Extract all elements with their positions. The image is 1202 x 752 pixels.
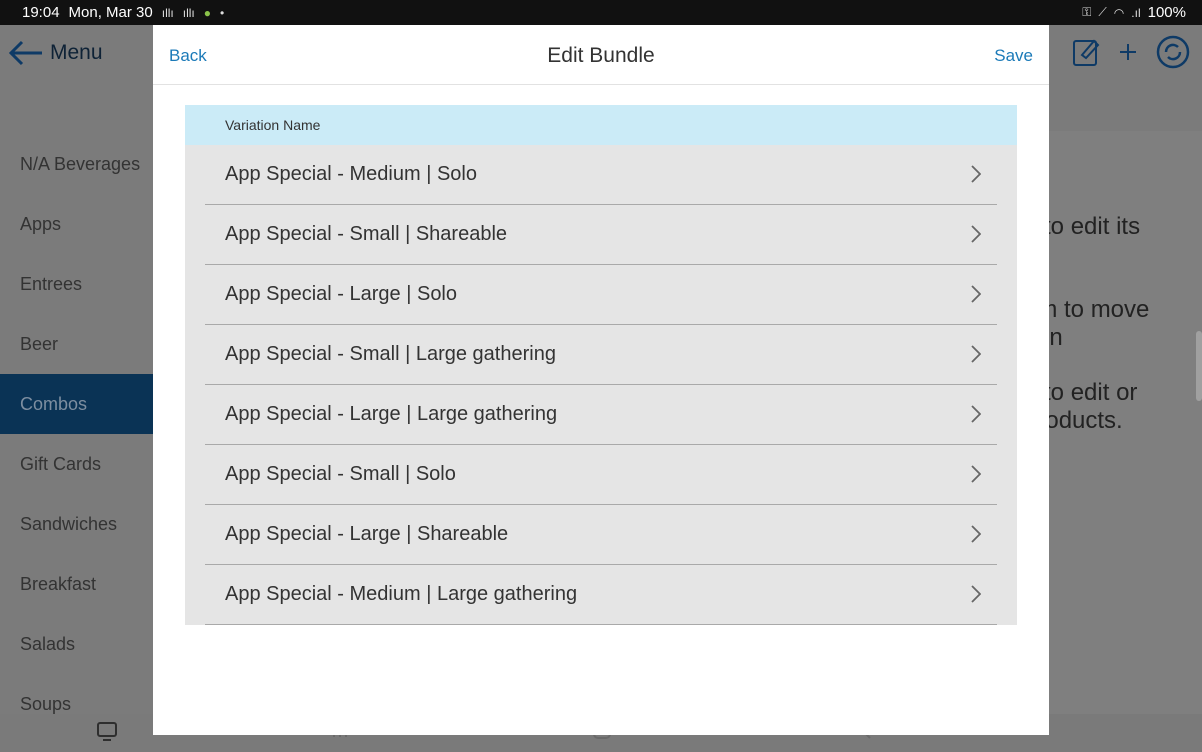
chevron-right-icon: [971, 225, 982, 249]
sidebar-item-label: N/A Beverages: [20, 153, 141, 174]
row-label: App Special - Medium | Solo: [225, 163, 477, 185]
battery-level: 100%: [1147, 4, 1186, 21]
chevron-right-icon: [971, 405, 982, 429]
save-button[interactable]: Save: [994, 46, 1033, 66]
keyboard-switch-icon[interactable]: [96, 720, 118, 748]
sidebar-item-label: Beer: [20, 333, 59, 354]
table-row[interactable]: App Special - Large | Solo: [205, 265, 997, 325]
chevron-right-icon: [971, 585, 982, 609]
sync-icon[interactable]: [1156, 35, 1190, 74]
row-label: App Special - Small | Solo: [225, 463, 456, 485]
page-title: Menu: [50, 41, 103, 64]
vpn-key-icon: ⚿: [1082, 5, 1092, 19]
cell-signal-icon: .ıl: [1131, 5, 1141, 20]
scrollbar[interactable]: [1196, 331, 1202, 401]
sidebar-item-breakfast[interactable]: Breakfast: [0, 554, 153, 614]
sidebar-item-label: Entrees: [20, 273, 83, 294]
row-label: App Special - Small | Shareable: [225, 223, 508, 245]
sidebar-item-salads[interactable]: Salads: [0, 614, 153, 674]
table-row[interactable]: App Special - Large | Large gathering: [205, 385, 997, 445]
sidebar-item-combos[interactable]: Combos: [0, 374, 153, 434]
table-row[interactable]: App Special - Medium | Solo: [205, 145, 997, 205]
sidebar-item-label: Apps: [20, 213, 62, 234]
table-row[interactable]: App Special - Medium | Large gathering: [205, 565, 997, 625]
column-header: Variation Name: [185, 105, 1017, 145]
dialog-title: Edit Bundle: [547, 44, 655, 67]
sidebar-item-label: Sandwiches: [20, 513, 118, 534]
signal-bars-icon: ıllı: [182, 5, 195, 20]
sidebar-item-beer[interactable]: Beer: [0, 314, 153, 374]
table-row[interactable]: App Special - Small | Solo: [205, 445, 997, 505]
sidebar-item-gift-cards[interactable]: Gift Cards: [0, 434, 153, 494]
sidebar-item-label: Breakfast: [20, 573, 97, 594]
status-bar: 19:04 Mon, Mar 30 ıllı ıllı ● • ⚿ ⟋ ◠ .ı…: [0, 0, 1202, 25]
row-label: App Special - Medium | Large gathering: [225, 583, 578, 605]
signal-bars-icon: ıllı: [161, 5, 174, 20]
sidebar-item-apps[interactable]: Apps: [0, 194, 153, 254]
sidebar-item-na-beverages[interactable]: N/A Beverages: [0, 134, 153, 194]
status-date: Mon, Mar 30: [68, 4, 153, 21]
android-icon: ●: [203, 5, 211, 20]
edit-bundle-dialog: Back Edit Bundle Save Variation Name App…: [153, 25, 1049, 735]
row-label: App Special - Small | Large gathering: [225, 343, 556, 365]
table-row[interactable]: App Special - Small | Shareable: [205, 205, 997, 265]
chevron-right-icon: [971, 345, 982, 369]
sidebar-item-label: Gift Cards: [20, 453, 102, 474]
sidebar-item-entrees[interactable]: Entrees: [0, 254, 153, 314]
sidebar-item-label: Salads: [20, 633, 76, 654]
dot-icon: •: [220, 5, 225, 20]
table-row[interactable]: App Special - Large | Shareable: [205, 505, 997, 565]
add-icon[interactable]: [1118, 42, 1138, 67]
sidebar-item-sandwiches[interactable]: Sandwiches: [0, 494, 153, 554]
table-row[interactable]: App Special - Small | Large gathering: [205, 325, 997, 385]
wifi-icon: ◠: [1113, 5, 1125, 20]
chevron-right-icon: [971, 285, 982, 309]
row-label: App Special - Large | Large gathering: [225, 403, 558, 425]
chevron-right-icon: [971, 165, 982, 189]
mute-icon: ⟋: [1098, 5, 1107, 19]
sidebar-item-label: Combos: [20, 393, 88, 414]
column-header-label: Variation Name: [225, 117, 321, 133]
row-label: App Special - Large | Solo: [225, 283, 458, 305]
dialog-header: Back Edit Bundle Save: [153, 25, 1049, 85]
edit-icon[interactable]: [1072, 37, 1100, 72]
sidebar-item-label: Soups: [20, 693, 72, 714]
back-arrow-icon[interactable]: [8, 39, 44, 72]
status-time: 19:04: [22, 4, 60, 21]
category-sidebar: N/A Beverages Apps Entrees Beer Combos G…: [0, 131, 154, 714]
chevron-right-icon: [971, 465, 982, 489]
chevron-right-icon: [971, 525, 982, 549]
sidebar-item-soups[interactable]: Soups: [0, 674, 153, 714]
row-label: App Special - Large | Shareable: [225, 523, 509, 545]
variation-table: Variation Name App Special - Medium | So…: [185, 105, 1017, 625]
